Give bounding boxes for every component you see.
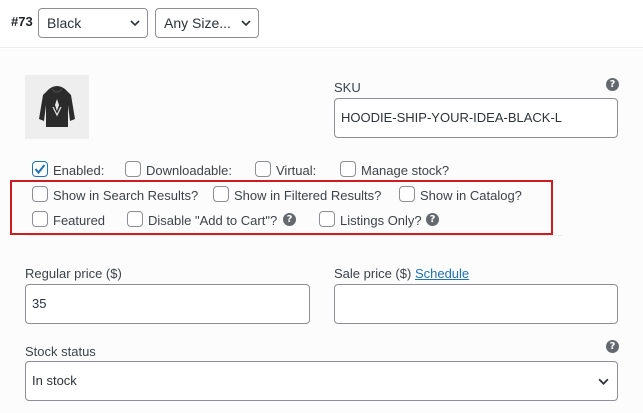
help-icon[interactable]: ?: [606, 78, 619, 91]
show-in-search-label: Show in Search Results?: [53, 188, 199, 203]
regular-price-field[interactable]: 35: [25, 284, 310, 324]
show-in-search-checkbox[interactable]: [32, 186, 48, 202]
listings-only-label: Listings Only?: [340, 213, 422, 228]
variation-image[interactable]: [25, 75, 89, 139]
featured-checkbox[interactable]: [32, 211, 48, 227]
color-select-value: Black: [47, 15, 82, 31]
sku-value: HOODIE-SHIP-YOUR-IDEA-BLACK-L: [341, 110, 563, 125]
variation-header: #73 Black Any Size...: [0, 0, 643, 48]
checkmark-icon: [34, 164, 46, 175]
featured-label: Featured: [53, 213, 106, 228]
chevron-down-icon: [130, 20, 140, 27]
size-attribute-select[interactable]: Any Size...: [155, 8, 259, 38]
stock-status-label: Stock status: [25, 344, 96, 359]
sale-price-label-group: Sale price ($) Schedule: [334, 266, 469, 281]
enabled-label: Enabled:: [53, 163, 105, 178]
sale-price-label: Sale price ($): [334, 266, 412, 281]
sku-field[interactable]: HOODIE-SHIP-YOUR-IDEA-BLACK-L: [334, 98, 618, 138]
chevron-down-icon: [598, 378, 609, 385]
regular-price-label: Regular price ($): [25, 266, 122, 281]
sku-label: SKU: [334, 80, 361, 95]
manage-stock-checkbox[interactable]: [340, 161, 356, 177]
section-divider: [25, 235, 563, 236]
listings-only-checkbox[interactable]: [319, 211, 335, 227]
help-icon[interactable]: ?: [606, 340, 619, 353]
chevron-down-icon: [241, 20, 251, 27]
stock-status-select[interactable]: In stock: [25, 361, 618, 401]
help-icon[interactable]: ?: [283, 213, 296, 226]
schedule-link[interactable]: Schedule: [415, 266, 469, 281]
regular-price-value: 35: [32, 296, 47, 311]
show-in-filtered-checkbox[interactable]: [213, 186, 229, 202]
color-attribute-select[interactable]: Black: [38, 8, 148, 38]
enabled-checkbox[interactable]: [32, 161, 48, 177]
hoodie-image: [25, 75, 89, 139]
disable-add-to-cart-checkbox[interactable]: [127, 211, 143, 227]
downloadable-label: Downloadable:: [146, 163, 233, 178]
show-in-catalog-checkbox[interactable]: [399, 186, 415, 202]
variation-id: #73: [11, 14, 33, 29]
virtual-label: Virtual:: [276, 163, 317, 178]
stock-status-value: In stock: [32, 373, 77, 388]
virtual-checkbox[interactable]: [255, 161, 271, 177]
disable-add-to-cart-label: Disable "Add to Cart"?: [148, 213, 278, 228]
size-select-value: Any Size...: [164, 15, 231, 31]
manage-stock-label: Manage stock?: [361, 163, 450, 178]
sale-price-field[interactable]: [334, 284, 618, 324]
show-in-filtered-label: Show in Filtered Results?: [234, 188, 382, 203]
show-in-catalog-label: Show in Catalog?: [420, 188, 522, 203]
help-icon[interactable]: ?: [426, 213, 439, 226]
downloadable-checkbox[interactable]: [125, 161, 141, 177]
